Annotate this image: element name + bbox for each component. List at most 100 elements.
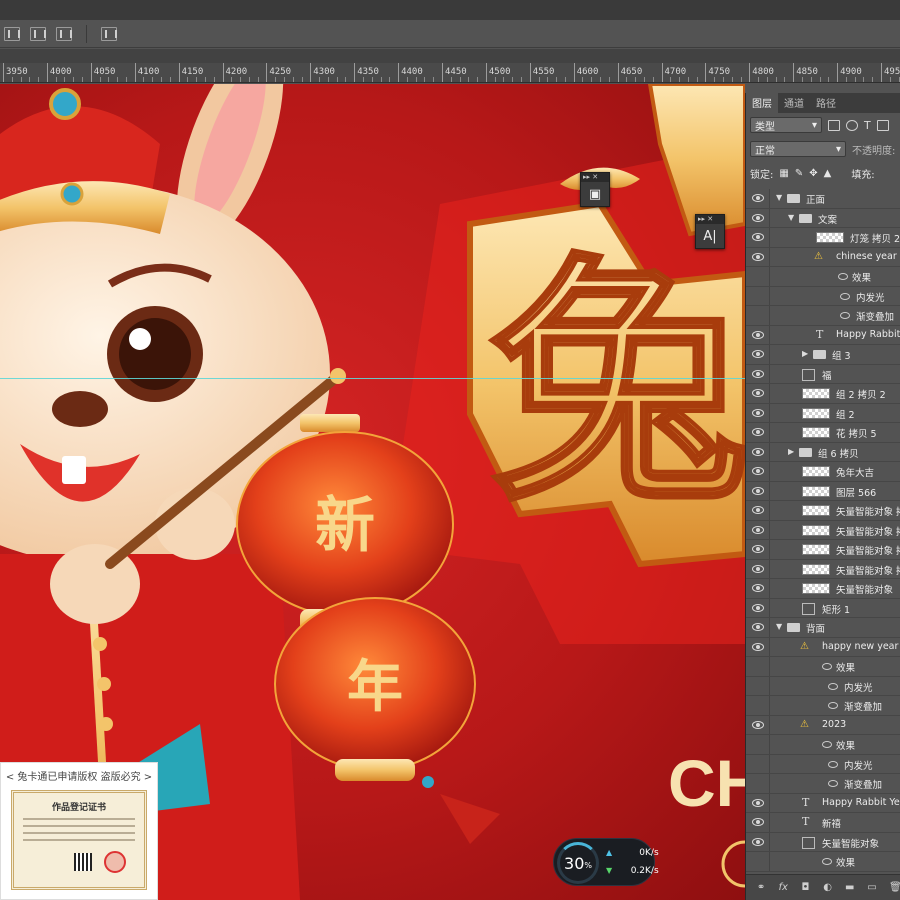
horizontal-ruler[interactable]: 3950 4000 4050 4100 4150 4200 4250 4300 4350 4400… xyxy=(0,63,900,83)
mask-icon[interactable]: ◘ xyxy=(800,882,810,893)
floating-panel-3d[interactable]: ▸▸ ✕ ▣ xyxy=(580,172,610,207)
effects-eye-icon[interactable] xyxy=(838,273,848,280)
effect-eye-icon[interactable] xyxy=(828,780,838,787)
link-icon[interactable]: ⚭ xyxy=(756,882,766,893)
layer-row[interactable]: ▼ 文案 xyxy=(746,208,900,228)
eye-icon[interactable] xyxy=(752,428,764,436)
fx-icon[interactable]: fx xyxy=(778,882,788,893)
eye-icon[interactable] xyxy=(752,330,764,339)
lock-paint-icon[interactable]: ✎ xyxy=(795,168,803,179)
layer-row[interactable]: 效果 xyxy=(746,852,900,872)
adjustment-icon[interactable]: ◐ xyxy=(823,882,833,893)
cyan-guide-line[interactable] xyxy=(0,378,745,379)
eye-icon[interactable] xyxy=(752,408,764,417)
layer-row[interactable]: ⚠ chinese year xyxy=(746,247,900,267)
layer-row[interactable]: T Happy Rabbit Year H xyxy=(746,793,900,813)
effect-eye-icon[interactable] xyxy=(828,682,838,690)
align-center-icon[interactable] xyxy=(30,26,46,41)
layer-row[interactable]: 内发光 xyxy=(746,286,900,306)
floating-panel-character[interactable]: ▸▸ ✕ A| xyxy=(695,214,725,249)
layer-row[interactable]: T Happy Rabbit Ye xyxy=(746,325,900,345)
eye-icon[interactable] xyxy=(752,369,764,378)
layer-row[interactable]: ⚠ 2023 xyxy=(746,715,900,735)
distribute-icon[interactable] xyxy=(101,26,117,41)
layer-row[interactable]: 矢量智能对象 拷 xyxy=(746,520,900,540)
collapse-caret-icon[interactable]: ▼ xyxy=(776,193,782,202)
lock-move-icon[interactable]: ✥ xyxy=(809,168,817,179)
layer-list[interactable]: ▼ 正面 ▼ 文案 灯笼 拷贝 2 ⚠ chinese year 效果 内发光 渐变叠加 T Happ… xyxy=(746,189,900,874)
layer-row[interactable]: 渐变叠加 xyxy=(746,306,900,326)
lock-all-icon[interactable]: ▲ xyxy=(824,168,832,179)
effect-eye-icon[interactable] xyxy=(828,760,838,768)
align-left-icon[interactable] xyxy=(4,26,20,41)
layer-row[interactable]: ▼ 背面 xyxy=(746,618,900,638)
expand-caret-icon[interactable]: ▶ xyxy=(802,349,808,358)
eye-icon[interactable] xyxy=(752,350,764,358)
blend-mode-select[interactable]: 正常 ▾ xyxy=(750,141,846,157)
eye-icon[interactable] xyxy=(752,486,764,495)
eye-icon[interactable] xyxy=(752,447,764,456)
trash-icon[interactable]: 🗑 xyxy=(889,882,900,893)
layer-row[interactable]: 兔年大吉 xyxy=(746,462,900,482)
layer-row[interactable]: 渐变叠加 xyxy=(746,774,900,794)
layer-row[interactable]: ▶ 组 3 xyxy=(746,345,900,365)
layer-row[interactable]: ⚠ happy new year xyxy=(746,637,900,657)
eye-icon[interactable] xyxy=(752,194,764,202)
tab-channels[interactable]: 通道 xyxy=(778,93,810,113)
effect-eye-icon[interactable] xyxy=(828,702,838,709)
layer-row[interactable]: 矩形 1 xyxy=(746,598,900,618)
layer-row[interactable]: 渐变叠加 xyxy=(746,696,900,716)
eye-icon[interactable] xyxy=(752,233,764,241)
layer-row[interactable]: 组 2 xyxy=(746,403,900,423)
eye-icon[interactable] xyxy=(752,506,764,514)
effects-eye-icon[interactable] xyxy=(822,858,832,865)
layer-row[interactable]: 矢量智能对象 拷 xyxy=(746,559,900,579)
layer-row[interactable]: ▼ 正面 xyxy=(746,189,900,209)
eye-icon[interactable] xyxy=(752,837,764,846)
filter-shape-icon[interactable] xyxy=(876,119,889,131)
layer-row[interactable]: 组 2 拷贝 2 xyxy=(746,384,900,404)
folder-icon[interactable]: ▬ xyxy=(845,882,855,893)
eye-icon[interactable] xyxy=(752,623,764,631)
eye-icon[interactable] xyxy=(752,720,764,729)
eye-icon[interactable] xyxy=(752,584,764,592)
layer-row[interactable]: 效果 xyxy=(746,657,900,677)
align-right-icon[interactable] xyxy=(56,26,72,41)
effect-eye-icon[interactable] xyxy=(840,292,850,300)
tab-layers[interactable]: 图层 xyxy=(746,93,778,113)
filter-pixel-icon[interactable] xyxy=(828,119,840,131)
layer-row[interactable]: T 新禧 xyxy=(746,813,900,833)
eye-icon[interactable] xyxy=(752,603,764,612)
character-panel-icon[interactable]: A| xyxy=(696,224,724,248)
layer-row[interactable]: 效果 xyxy=(746,267,900,287)
eye-icon[interactable] xyxy=(752,798,764,807)
floating-panel-header[interactable]: ▸▸ ✕ xyxy=(581,173,609,182)
eye-icon[interactable] xyxy=(752,818,764,826)
collapse-caret-icon[interactable]: ▼ xyxy=(776,622,782,631)
collapse-caret-icon[interactable]: ▼ xyxy=(788,213,794,222)
layer-row[interactable]: 福 xyxy=(746,364,900,384)
filter-adjustment-icon[interactable] xyxy=(846,119,858,131)
layer-row[interactable]: 矢量智能对象 xyxy=(746,579,900,599)
layer-row[interactable]: 矢量智能对象 拷 xyxy=(746,501,900,521)
tab-paths[interactable]: 路径 xyxy=(810,93,842,113)
eye-icon[interactable] xyxy=(752,525,764,534)
network-speed-widget[interactable]: 30% ▲ 0K/s ▼ 0.2K/s xyxy=(553,838,659,886)
eye-icon[interactable] xyxy=(752,642,764,651)
lock-transparent-icon[interactable]: ▦ xyxy=(779,168,788,179)
eye-icon[interactable] xyxy=(752,389,764,397)
layer-row[interactable]: 矢量智能对象 拷 xyxy=(746,540,900,560)
eye-icon[interactable] xyxy=(752,213,764,222)
effects-eye-icon[interactable] xyxy=(822,741,832,748)
layer-row[interactable]: ▶ 组 6 拷贝 xyxy=(746,442,900,462)
effects-eye-icon[interactable] xyxy=(822,663,832,670)
layer-row[interactable]: 图层 566 xyxy=(746,481,900,501)
layer-row[interactable]: 矢量智能对象 xyxy=(746,832,900,852)
eye-icon[interactable] xyxy=(752,467,764,475)
layer-row[interactable]: 灯笼 拷贝 2 xyxy=(746,228,900,248)
effect-eye-icon[interactable] xyxy=(840,312,850,319)
filter-kind-select[interactable]: 类型 ▾ xyxy=(750,117,822,133)
layer-row[interactable]: 内发光 xyxy=(746,754,900,774)
floating-panel-header[interactable]: ▸▸ ✕ xyxy=(696,215,724,224)
eye-icon[interactable] xyxy=(752,545,764,553)
